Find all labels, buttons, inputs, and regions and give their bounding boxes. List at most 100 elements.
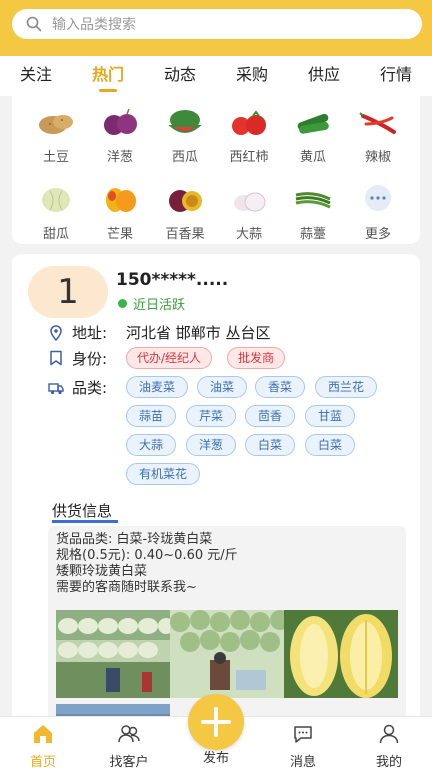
category-tag: 油麦菜	[126, 376, 189, 398]
truck-icon	[48, 383, 64, 395]
category-more[interactable]: 更多	[348, 185, 408, 242]
nav-messages[interactable]: 消息	[268, 717, 338, 768]
nav-home[interactable]: 首页	[8, 717, 78, 768]
onion-icon	[104, 108, 137, 135]
category-onion[interactable]: 洋葱	[90, 108, 150, 165]
tab-dynamic[interactable]: 动态	[144, 56, 216, 96]
category-label: 百香果	[165, 227, 205, 242]
tab-hot[interactable]: 热门	[72, 56, 144, 96]
garlic-icon	[234, 192, 266, 212]
category-potato[interactable]: 土豆	[26, 108, 86, 165]
watermelon-icon	[168, 110, 202, 133]
tab-bar: 关注 热门 动态 采购 供应 行情	[0, 56, 432, 96]
merchant-card[interactable]: 1 150*****..... 近日活跃 地址: 河北省 邯郸市 丛台区 身份:…	[12, 254, 420, 724]
category-passionfruit[interactable]: 百香果	[155, 185, 215, 242]
category-tag: 芹菜	[186, 405, 237, 427]
identity-label: 身份:	[72, 350, 108, 368]
cucumber-icon	[297, 113, 329, 134]
supply-post[interactable]: 货品品类: 白菜-玲珑黄白菜 规格(0.5元): 0.40~0.60 元/斤 矮…	[48, 526, 406, 722]
activity-status-text: 近日活跃	[133, 298, 186, 313]
nav-mine[interactable]: 我的	[354, 717, 424, 768]
publish-button[interactable]	[188, 694, 244, 750]
supply-line: 需要的客商随时联系我~	[56, 580, 197, 595]
avatar[interactable]: 1	[28, 266, 108, 318]
category-garlic[interactable]: 大蒜	[219, 185, 279, 242]
category-mango[interactable]: 芒果	[90, 185, 150, 242]
mango-icon	[106, 188, 136, 212]
category-watermelon[interactable]: 西瓜	[155, 108, 215, 165]
melon-icon	[42, 188, 70, 212]
search-input[interactable]: 输入品类搜索	[12, 9, 422, 39]
potato-icon	[39, 115, 73, 134]
nav-label: 找客户	[109, 755, 149, 768]
category-label: 黄瓜	[299, 150, 326, 165]
address-value: 河北省 邯郸市 丛台区	[126, 324, 271, 342]
category-label: 芒果	[106, 227, 133, 242]
search-icon	[26, 16, 42, 32]
chili-icon	[359, 112, 396, 134]
supply-photo-cabbage-cut[interactable]	[284, 610, 398, 698]
nav-find-customers[interactable]: 找客户	[94, 717, 164, 768]
category-tag: 西兰花	[315, 376, 378, 398]
category-label: 辣椒	[364, 150, 391, 165]
category-label: 甜瓜	[42, 227, 69, 242]
category-chili[interactable]: 辣椒	[348, 108, 408, 165]
nav-label: 首页	[29, 755, 56, 768]
garlic-scape-icon	[295, 192, 331, 209]
category-tag: 甘蓝	[305, 405, 356, 427]
tab-follow[interactable]: 关注	[0, 56, 72, 96]
tab-market[interactable]: 行情	[360, 56, 432, 96]
user-name: 150*****.....	[116, 270, 229, 290]
category-garlic-scape[interactable]: 蒜薹	[283, 185, 343, 242]
more-icon	[365, 185, 391, 211]
category-tag: 大蒜	[126, 434, 177, 456]
activity-status: 近日活跃	[118, 294, 185, 313]
home-icon	[34, 725, 52, 743]
people-icon	[118, 725, 140, 743]
category-melon[interactable]: 甜瓜	[26, 185, 86, 242]
user-icon	[379, 724, 399, 744]
role-tag-agent: 代办/经纪人	[126, 347, 213, 369]
supply-photo-cabbage-stack[interactable]	[56, 610, 170, 698]
plus-icon	[201, 707, 231, 737]
passionfruit-icon	[169, 190, 202, 212]
category-tomato[interactable]: 西红柿	[219, 108, 279, 165]
supply-line: 规格(0.5元): 0.40~0.60 元/斤	[56, 548, 238, 563]
role-tag-wholesaler: 批发商	[227, 347, 286, 369]
category-tag: 洋葱	[186, 434, 237, 456]
category-label: 品类:	[72, 379, 108, 397]
status-dot	[118, 299, 127, 308]
nav-label: 我的	[375, 755, 402, 768]
search-placeholder: 输入品类搜索	[52, 17, 136, 33]
address-label: 地址:	[72, 324, 108, 342]
supply-section-title: 供货信息	[52, 502, 113, 520]
category-tag: 香菜	[255, 376, 306, 398]
tomato-icon	[232, 110, 266, 135]
supply-photo-cabbage-pile[interactable]	[170, 610, 284, 698]
publish-label: 发布	[202, 751, 229, 766]
category-tag: 有机菜花	[126, 463, 201, 485]
category-tag: 白菜	[305, 434, 356, 456]
category-cucumber[interactable]: 黄瓜	[283, 108, 343, 165]
category-label: 洋葱	[106, 150, 133, 165]
top-bar: 输入品类搜索	[0, 0, 432, 56]
tab-purchase[interactable]: 采购	[216, 56, 288, 96]
supply-line: 货品品类: 白菜-玲珑黄白菜	[56, 532, 213, 547]
location-pin-icon	[50, 325, 62, 341]
category-label: 土豆	[42, 150, 69, 165]
category-grid: 土豆 洋葱 西瓜 西红柿 黄瓜 辣椒 甜瓜 芒果 百香果 大蒜 蒜薹 更多	[12, 96, 420, 244]
category-label: 西瓜	[171, 150, 198, 165]
bookmark-icon	[50, 350, 62, 366]
category-label: 大蒜	[235, 227, 262, 242]
category-tag: 白菜	[245, 434, 296, 456]
tab-supply[interactable]: 供应	[288, 56, 360, 96]
category-tag: 蒜苗	[126, 405, 177, 427]
nav-label: 消息	[289, 755, 316, 768]
category-label: 蒜薹	[299, 227, 326, 242]
category-tag: 茴香	[245, 405, 296, 427]
supply-title-underline	[52, 520, 118, 523]
category-label: 更多	[364, 227, 391, 242]
supply-line: 矮颗玲珑黄白菜	[56, 564, 148, 579]
supply-description: 货品品类: 白菜-玲珑黄白菜 规格(0.5元): 0.40~0.60 元/斤 矮…	[56, 532, 238, 596]
category-tag: 油菜	[197, 376, 248, 398]
